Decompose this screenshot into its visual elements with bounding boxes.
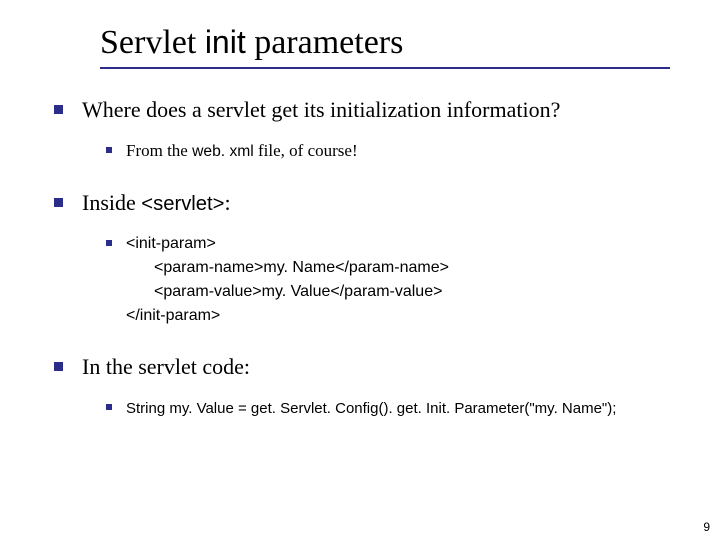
bullet-2-post: : [225, 190, 231, 215]
bullet-2-mono: <servlet> [141, 193, 224, 215]
bullet-3-sub-1: String my. Value = get. Servlet. Config(… [82, 396, 680, 421]
bullet-3: In the servlet code: String my. Value = … [40, 352, 680, 420]
slide: Servlet init parameters Where does a ser… [0, 0, 720, 540]
bullet-3-sub: String my. Value = get. Servlet. Config(… [82, 396, 680, 421]
title-part2: parameters [246, 24, 404, 61]
title-underline [100, 67, 670, 69]
bullet-2-pre: Inside [82, 190, 141, 215]
bullet-1-text: Where does a servlet get its initializat… [82, 97, 560, 122]
code-l1: <init-param> [126, 235, 216, 252]
bullet-3-text: In the servlet code: [82, 354, 250, 379]
code-l4: </init-param> [126, 307, 220, 324]
code-l2: <param-name>my. Name</param-name> [126, 256, 680, 280]
b1s1-mono: web. xml [192, 143, 254, 160]
b3s1-code: String my. Value = get. Servlet. Config(… [126, 400, 616, 417]
code-l3: <param-value>my. Value</param-value> [126, 280, 680, 304]
slide-title: Servlet init parameters [100, 24, 403, 61]
page-number: 9 [703, 520, 710, 534]
b1s1-pre: From the [126, 141, 192, 160]
title-wrap: Servlet init parameters [100, 24, 680, 61]
bullet-list: Where does a servlet get its initializat… [40, 95, 680, 420]
title-mono: init [205, 24, 246, 60]
code-block: <init-param> <param-name>my. Name</param… [126, 232, 680, 328]
bullet-2-sub: <init-param> <param-name>my. Name</param… [82, 232, 680, 328]
bullet-1-sub-1: From the web. xml file, of course! [82, 139, 680, 164]
bullet-1: Where does a servlet get its initializat… [40, 95, 680, 163]
b1s1-post: file, of course! [254, 141, 358, 160]
bullet-2: Inside <servlet>: <init-param> <param-na… [40, 188, 680, 328]
title-part1: Servlet [100, 24, 205, 61]
bullet-1-sub: From the web. xml file, of course! [82, 139, 680, 164]
bullet-2-sub-1: <init-param> <param-name>my. Name</param… [82, 232, 680, 328]
